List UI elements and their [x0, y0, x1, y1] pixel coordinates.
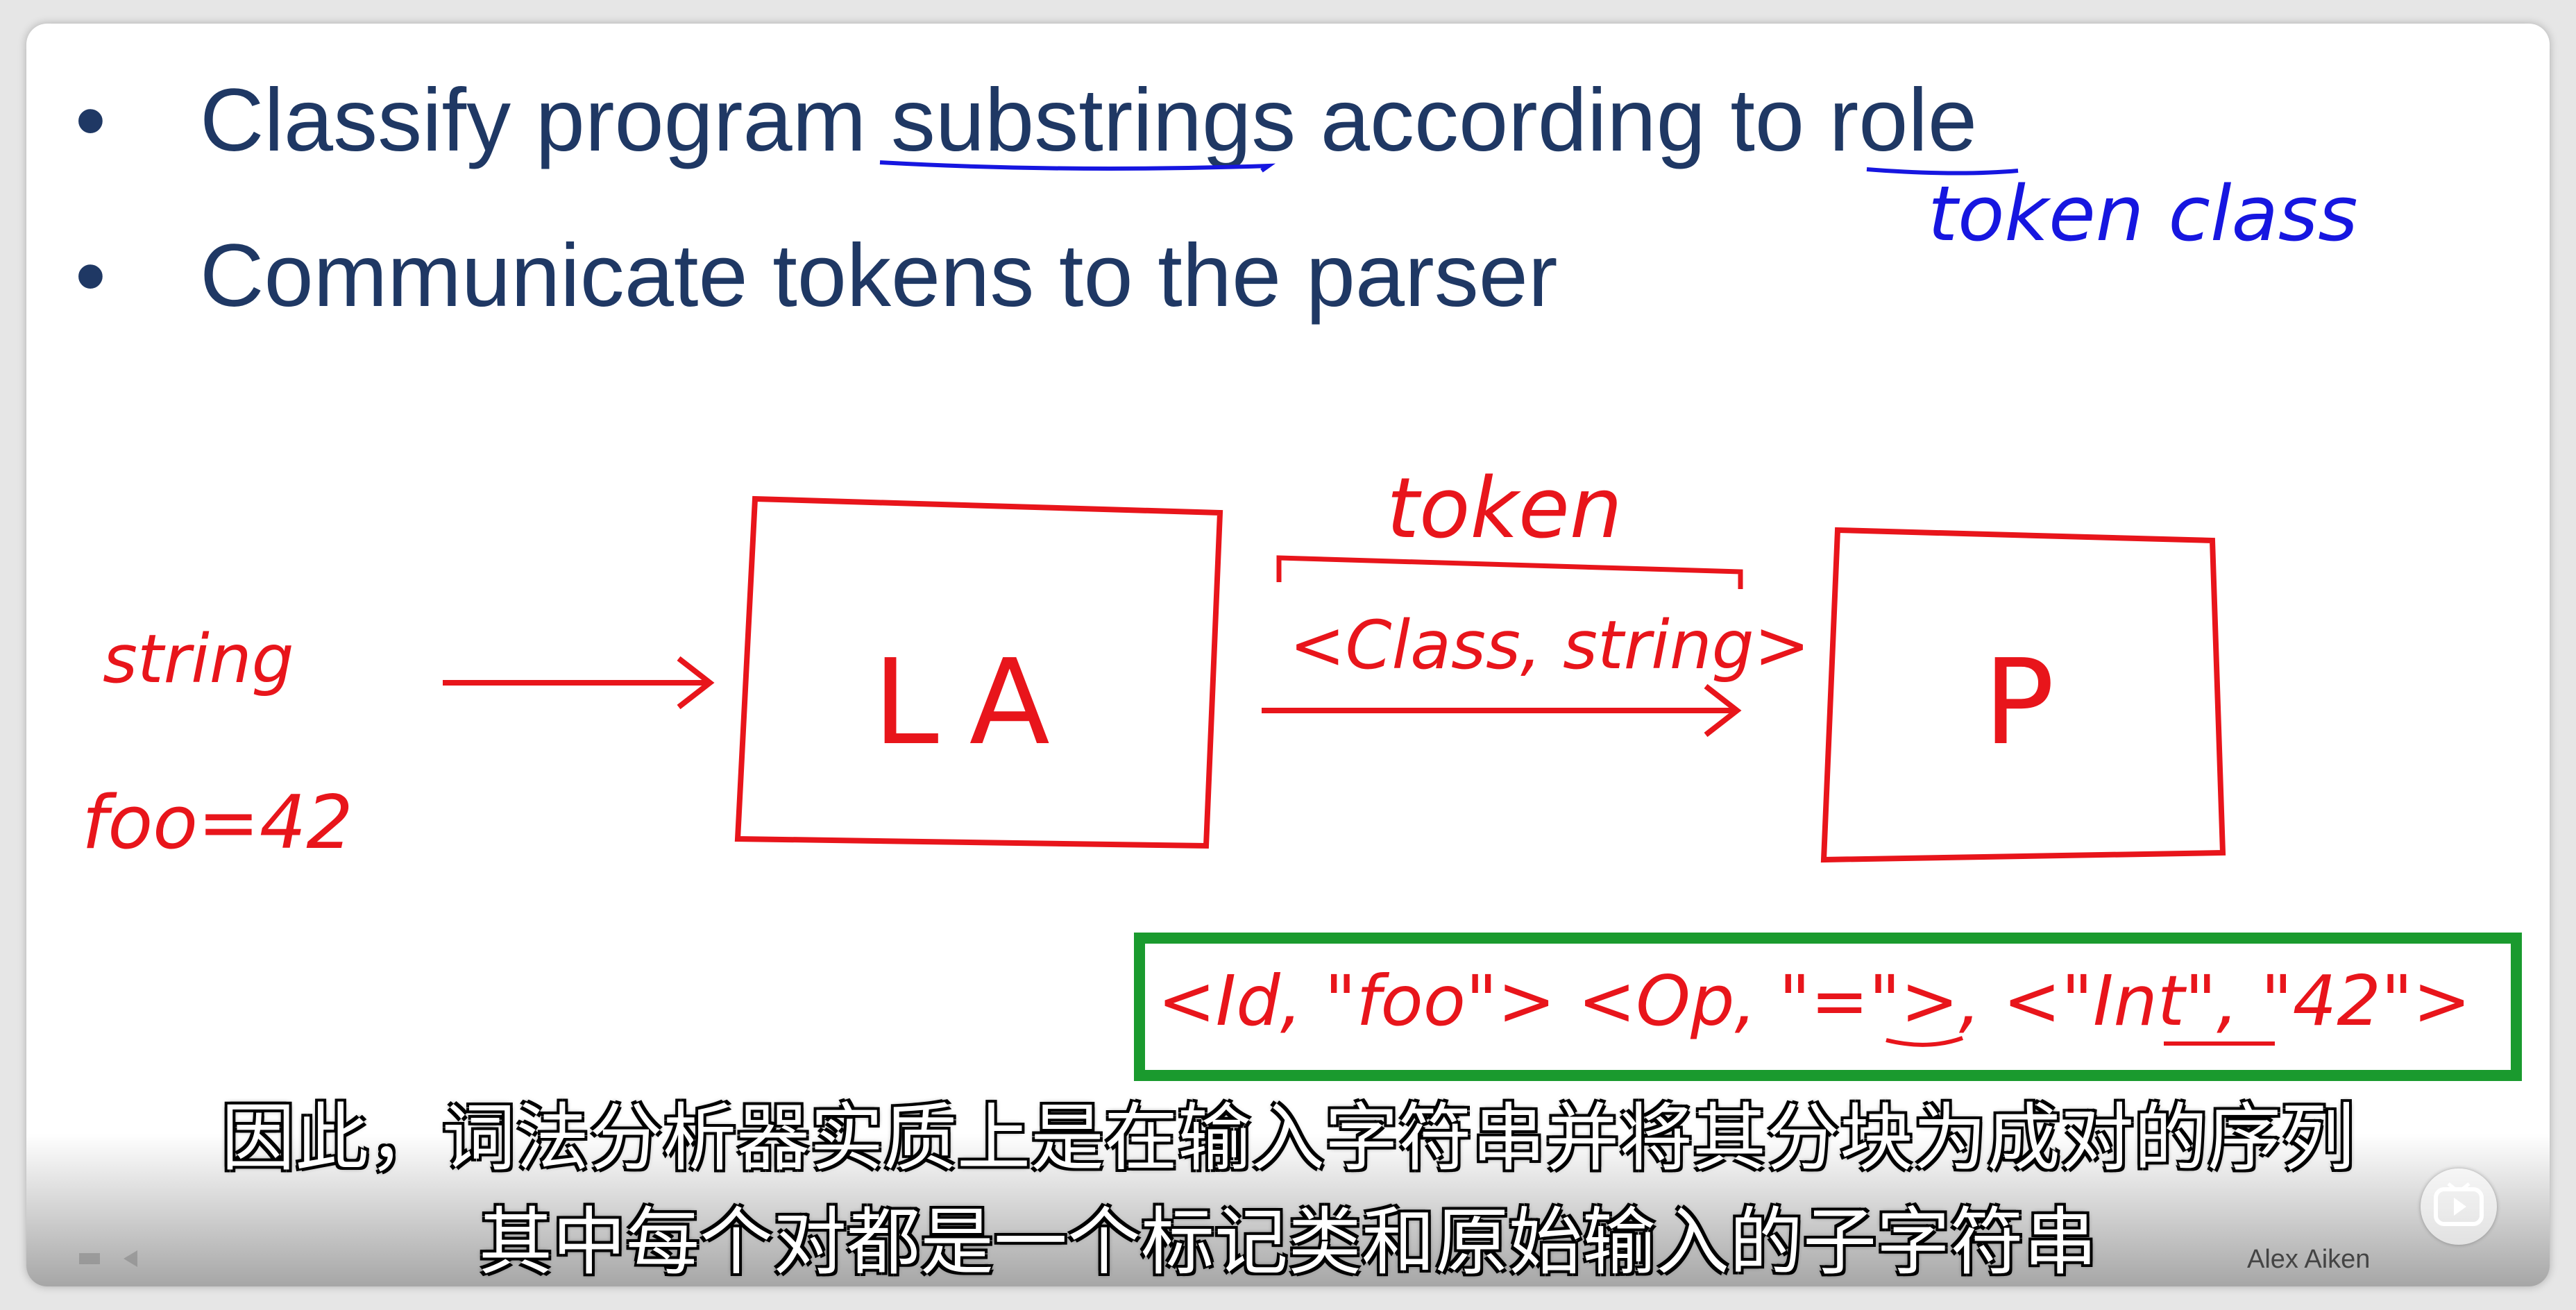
annotation-token-format: <Class, string>: [1289, 606, 1811, 684]
subtitle-line-1: 因此，词法分析器实质上是在输入字符串并将其分块为成对的序列: [221, 1096, 2355, 1181]
play-icon: [2434, 1182, 2484, 1226]
annotation-input-example: foo=42: [82, 780, 353, 865]
speaker-credit: Alex Aiken: [2247, 1245, 2371, 1274]
lexer-box-label: LA: [873, 634, 1078, 772]
volume-icon[interactable]: [75, 1245, 158, 1273]
annotation-token: token: [1387, 461, 1622, 557]
annotation-token-class: token class: [1928, 169, 2358, 258]
token-sequence: <Id, "foo"> <Op, "=">, <"Int", "42">: [1158, 960, 2471, 1041]
video-frame[interactable]: • Classify program substrings according t…: [26, 24, 2550, 1286]
token-arrow: [1262, 683, 1742, 738]
play-button[interactable]: [2421, 1168, 2497, 1245]
token-bracket: [1276, 555, 1743, 589]
underline-substrings: [879, 160, 1276, 173]
player-controls-left[interactable]: [75, 1245, 158, 1273]
input-arrow: [443, 656, 715, 710]
subtitle-line-2: 其中每个对都是一个标记类和原始输入的子字符串: [479, 1200, 2097, 1285]
annotation-string: string: [103, 620, 294, 698]
parser-box-label: P: [1983, 634, 2055, 772]
